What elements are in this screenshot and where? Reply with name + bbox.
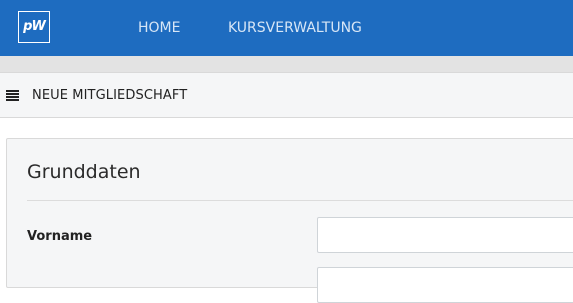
app-logo[interactable]: pW <box>18 11 50 43</box>
header-separator-strip <box>0 56 573 72</box>
page-title: NEUE MITGLIEDSCHAFT <box>32 88 188 103</box>
next-field-input[interactable] <box>317 267 573 303</box>
vorname-input[interactable] <box>317 217 573 253</box>
vorname-label: Vorname <box>27 229 93 244</box>
hamburger-menu-icon[interactable] <box>6 90 19 101</box>
section-divider <box>27 200 573 201</box>
top-navigation-bar: pW HOME KURSVERWALTUNG <box>0 0 573 56</box>
nav-link-home[interactable]: HOME <box>138 20 180 36</box>
nav-link-kursverwaltung[interactable]: KURSVERWALTUNG <box>228 20 362 36</box>
page-subheader: NEUE MITGLIEDSCHAFT <box>0 72 573 118</box>
section-title: Grunddaten <box>27 161 141 183</box>
grunddaten-card: Grunddaten Vorname <box>6 138 573 303</box>
